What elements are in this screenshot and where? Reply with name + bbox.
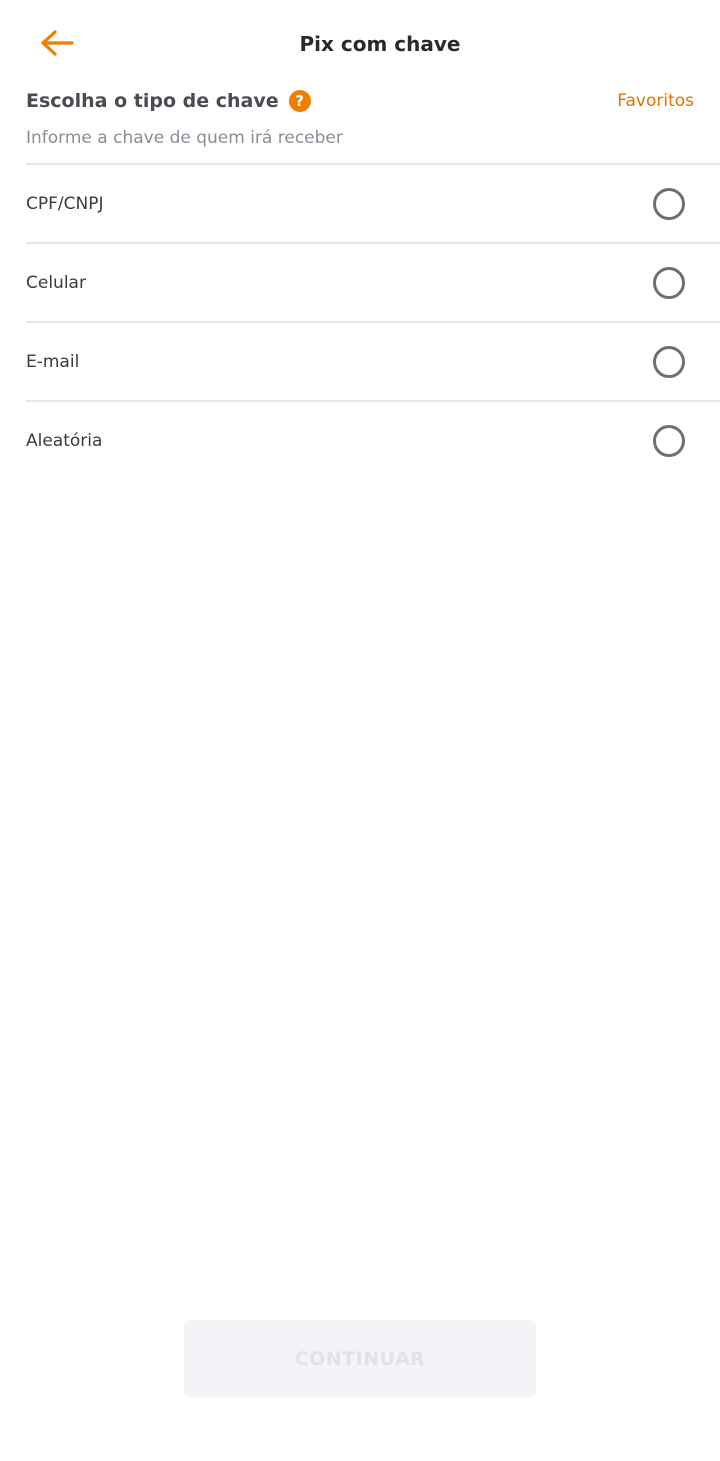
section-subtitle: Informe a chave de quem irá receber (26, 128, 343, 148)
option-aleatoria[interactable]: Aleatória (26, 400, 720, 479)
header: Pix com chave (0, 0, 720, 90)
help-icon[interactable]: ? (288, 90, 311, 112)
option-label: Celular (26, 272, 86, 293)
option-email[interactable]: E-mail (26, 321, 720, 400)
section-title: Escolha o tipo de chave (26, 90, 279, 112)
favorites-link[interactable]: Favoritos (617, 91, 694, 111)
screen: Pix com chave Escolha o tipo de chave ? … (0, 0, 720, 1461)
option-label: Aleatória (26, 430, 103, 451)
option-cpf-cnpj[interactable]: CPF/CNPJ (26, 163, 720, 242)
option-label: CPF/CNPJ (26, 193, 104, 214)
radio-button[interactable] (653, 187, 685, 220)
option-celular[interactable]: Celular (26, 242, 720, 321)
option-label: E-mail (26, 351, 80, 372)
radio-button[interactable] (653, 424, 685, 457)
page-title: Pix com chave (299, 32, 461, 56)
radio-button[interactable] (653, 266, 685, 299)
continue-button[interactable]: CONTINUAR (184, 1320, 536, 1397)
radio-button[interactable] (653, 345, 685, 378)
section-header: Escolha o tipo de chave ? (26, 90, 311, 112)
key-type-options: CPF/CNPJ Celular E-mail Aleatória (26, 163, 720, 479)
